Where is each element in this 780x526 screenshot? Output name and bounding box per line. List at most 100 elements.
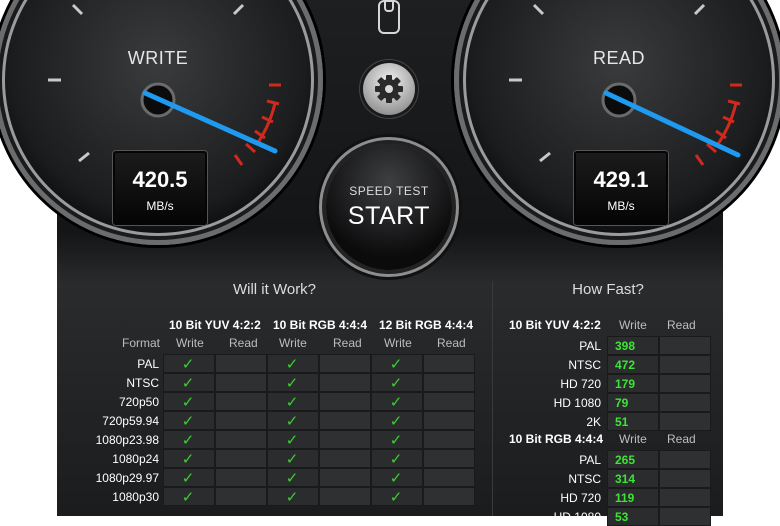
write-gauge-label: WRITE <box>127 48 189 68</box>
checkmark-icon: ✓ <box>285 470 299 487</box>
section-header: 10 Bit RGB 4:4:4 <box>509 432 604 446</box>
read-result-cell <box>215 487 267 506</box>
checkmark-icon: ✓ <box>285 432 299 449</box>
read-speed-cell <box>659 507 711 526</box>
will-it-work-table: 10 Bit YUV 4:2:2 10 Bit RGB 4:4:4 12 Bit… <box>63 310 489 516</box>
read-result-cell <box>423 487 475 506</box>
start-button-label: START <box>347 202 431 230</box>
checkmark-icon: ✓ <box>389 451 403 468</box>
write-speed-value: 51 <box>615 415 629 429</box>
how-fast-row-label: NTSC <box>568 358 601 372</box>
read-result-cell <box>319 487 371 506</box>
read-result-cell <box>215 468 267 487</box>
how-fast-row-label: HD 1080 <box>553 510 601 524</box>
checkmark-icon: ✓ <box>389 489 403 506</box>
checkmark-icon: ✓ <box>181 375 195 392</box>
format-row-label: 1080p29.97 <box>95 471 159 485</box>
checkmark-icon: ✓ <box>285 413 299 430</box>
checkmark-icon: ✓ <box>181 413 195 430</box>
write-column-header: Write <box>279 336 307 350</box>
read-result-cell <box>215 392 267 411</box>
read-speed-cell <box>659 450 711 469</box>
write-speed-value: 265 <box>615 453 636 467</box>
format-row-label: 1080p24 <box>112 452 159 466</box>
read-result-cell <box>215 373 267 392</box>
checkmark-icon: ✓ <box>389 413 403 430</box>
checkmark-icon: ✓ <box>389 356 403 373</box>
gear-icon <box>375 75 403 103</box>
checkmark-icon: ✓ <box>285 451 299 468</box>
read-result-cell <box>215 354 267 373</box>
read-result-cell <box>423 411 475 430</box>
write-speed-value: 179 <box>615 377 636 391</box>
read-column-header: Read <box>333 336 362 350</box>
write-speed-value: 314 <box>615 472 636 486</box>
read-speed-cell <box>659 488 711 507</box>
read-speed-cell <box>659 374 711 393</box>
read-result-cell <box>319 430 371 449</box>
read-unit: MB/s <box>607 199 635 213</box>
read-result-cell <box>319 468 371 487</box>
checkmark-icon: ✓ <box>181 451 195 468</box>
read-result-cell <box>319 392 371 411</box>
read-result-cell <box>215 430 267 449</box>
read-result-cell <box>215 449 267 468</box>
read-column-header: Read <box>437 336 466 350</box>
read-result-cell <box>423 354 475 373</box>
group-header: 10 Bit YUV 4:2:2 <box>169 318 261 332</box>
write-column-header: Write <box>619 318 647 332</box>
write-column-header: Write <box>619 432 647 446</box>
how-fast-row-label: HD 720 <box>560 377 601 391</box>
write-unit: MB/s <box>146 199 174 213</box>
checkmark-icon: ✓ <box>181 356 195 373</box>
read-result-cell <box>319 373 371 392</box>
checkmark-icon: ✓ <box>285 356 299 373</box>
read-speed-cell <box>659 412 711 431</box>
checkmark-icon: ✓ <box>285 394 299 411</box>
read-column-header: Read <box>667 318 696 332</box>
write-speed-value: 79 <box>615 396 629 410</box>
checkmark-icon: ✓ <box>389 470 403 487</box>
format-row-label: 1080p23.98 <box>95 433 159 447</box>
write-column-header: Write <box>176 336 204 350</box>
format-row-label: NTSC <box>126 376 159 390</box>
checkmark-icon: ✓ <box>285 489 299 506</box>
checkmark-icon: ✓ <box>389 432 403 449</box>
write-gauge: WRITE 420.5 MB/s <box>0 0 323 245</box>
checkmark-icon: ✓ <box>181 470 195 487</box>
blackmagic-disk-speed-test-window: WRITE 420.5 MB/s READ 429.1 MB/s SPEED T… <box>0 0 780 526</box>
read-result-cell <box>423 468 475 487</box>
how-fast-table: 10 Bit YUV 4:2:2 Write Read 10 Bit RGB 4… <box>499 310 723 526</box>
panel-divider <box>492 281 493 516</box>
write-readout: 420.5 MB/s <box>113 151 207 225</box>
will-it-work-title: Will it Work? <box>232 281 317 298</box>
format-row-label: 1080p30 <box>112 490 159 504</box>
how-fast-row-label: HD 720 <box>560 491 601 505</box>
read-speed-cell <box>659 355 711 374</box>
how-fast-row-label: NTSC <box>568 472 601 486</box>
start-button[interactable]: SPEED TEST START <box>326 144 452 270</box>
read-column-header: Read <box>229 336 258 350</box>
read-result-cell <box>423 392 475 411</box>
write-speed-value: 472 <box>615 358 636 372</box>
checkmark-icon: ✓ <box>181 394 195 411</box>
logo-icon <box>378 0 400 34</box>
checkmark-icon: ✓ <box>389 394 403 411</box>
read-speed-cell <box>659 336 711 355</box>
read-gauge-label: READ <box>592 48 645 68</box>
read-result-cell <box>423 449 475 468</box>
read-column-header: Read <box>667 432 696 446</box>
read-result-cell <box>423 430 475 449</box>
write-speed-value: 119 <box>615 491 635 505</box>
read-result-cell <box>215 411 267 430</box>
checkmark-icon: ✓ <box>389 375 403 392</box>
settings-button[interactable] <box>363 63 415 115</box>
checkmark-icon: ✓ <box>181 432 195 449</box>
section-header: 10 Bit YUV 4:2:2 <box>509 318 601 332</box>
read-speed-cell <box>659 469 711 488</box>
how-fast-row-label: PAL <box>579 453 601 467</box>
write-column-header: Write <box>384 336 412 350</box>
group-header: 12 Bit RGB 4:4:4 <box>379 318 474 332</box>
read-result-cell <box>423 373 475 392</box>
group-header: 10 Bit RGB 4:4:4 <box>273 318 368 332</box>
